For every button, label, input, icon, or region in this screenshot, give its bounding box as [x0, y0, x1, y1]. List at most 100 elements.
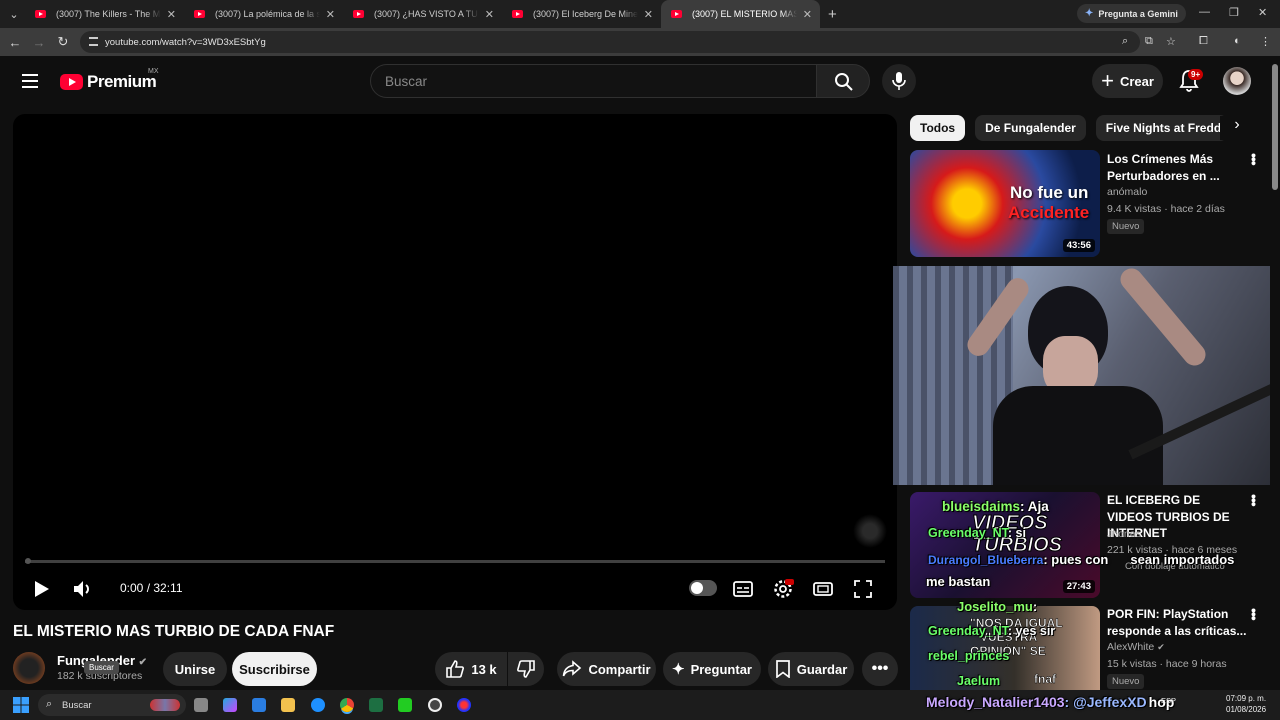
create-button[interactable]: + Crear [1092, 64, 1163, 98]
more-actions-button[interactable]: ••• [862, 652, 898, 686]
join-button[interactable]: Unirse [163, 652, 227, 686]
autoplay-pause-icon [691, 582, 703, 594]
join-label: Unirse [174, 661, 216, 677]
scrollbar-thumb[interactable] [1272, 64, 1278, 190]
edge-icon[interactable] [311, 698, 325, 712]
new-tab-plus-icon[interactable]: + [828, 6, 837, 23]
account-avatar[interactable] [1223, 67, 1251, 95]
chip-todos[interactable]: Todos [910, 115, 966, 141]
search-button[interactable] [816, 64, 870, 98]
progress-scrubber[interactable] [25, 558, 31, 564]
windows-start-icon[interactable] [13, 697, 29, 713]
excel-icon[interactable] [369, 698, 383, 712]
search-icon: ⌕ [46, 698, 53, 710]
browser-tab-active[interactable]: (3007) EL MISTERIO MAS TURBI ✕ [661, 0, 820, 28]
voice-search-button[interactable] [882, 64, 916, 98]
browser-tab[interactable]: (3007) El Iceberg De Minecraft | ✕ [502, 0, 661, 28]
tab-title: (3007) The Killers - The Man - V [56, 9, 161, 19]
dislike-button[interactable] [508, 652, 544, 686]
chip-channel[interactable]: De Fungalender [975, 115, 1086, 141]
autoplay-toggle[interactable] [689, 580, 717, 596]
filter-chips: Todos De Fungalender Five Nights at Fred… [910, 115, 1228, 141]
share-button[interactable]: Compartir [557, 652, 656, 686]
progress-bar[interactable] [25, 560, 885, 563]
browser-tab[interactable]: (3007) La polémica de la serie (... ✕ [184, 0, 343, 28]
channel-watermark[interactable] [853, 514, 887, 548]
page-scrollbar[interactable] [1270, 56, 1280, 690]
close-tab-icon[interactable]: ✕ [644, 8, 653, 21]
related-channel[interactable]: AlexWhite ✔ [1107, 641, 1165, 653]
app-icon[interactable] [457, 698, 471, 712]
guide-menu-icon[interactable] [22, 74, 38, 88]
related-menu-kebab-icon[interactable]: ••• [1246, 608, 1262, 620]
extensions-icon[interactable]: ⧠ [1199, 35, 1208, 48]
taskbar-clock[interactable]: 07:09 p. m. 01/08/2026 [1226, 693, 1266, 715]
video-player[interactable]: 0:00 / 32:11 [13, 114, 897, 610]
close-tab-icon[interactable]: ✕ [485, 8, 494, 21]
obs-icon[interactable] [428, 698, 442, 712]
file-explorer-icon[interactable] [281, 698, 295, 712]
back-arrow-icon[interactable]: ← [3, 35, 27, 50]
forward-arrow-icon[interactable]: → [27, 35, 51, 50]
search-input[interactable] [370, 64, 817, 98]
play-icon[interactable] [30, 578, 52, 600]
thumbs-down-icon [517, 660, 535, 678]
url-field[interactable]: youtube.com/watch?v=3WD3xESbtYg [80, 31, 1140, 53]
microphone-icon [892, 72, 906, 90]
site-info-icon[interactable] [89, 37, 98, 46]
task-view-icon[interactable] [194, 698, 208, 712]
close-tab-icon[interactable]: ✕ [326, 8, 335, 21]
reload-icon[interactable]: ↻ [51, 34, 75, 50]
chat-user: Jaelum [957, 674, 1001, 688]
chrome-icon[interactable] [340, 698, 354, 712]
related-thumbnail[interactable]: "NOS DA IGUAL VUESTRA OPINIÓN" SE fnaf [910, 606, 1100, 690]
ask-button[interactable]: ✦ Preguntar [663, 652, 761, 686]
copilot-icon[interactable] [223, 698, 237, 712]
related-menu-kebab-icon[interactable]: ••• [1246, 494, 1262, 506]
related-channel[interactable]: Jhonas [1107, 528, 1141, 540]
store-icon[interactable] [252, 698, 266, 712]
subscribe-button[interactable]: Suscribirse [232, 652, 317, 686]
theater-mode-icon[interactable] [812, 578, 834, 600]
chat-line: Durangol_Blueberra: pues con sean importa… [928, 552, 1234, 567]
close-window-icon[interactable]: ✕ [1258, 6, 1267, 19]
youtube-premium-logo[interactable]: Premium MX [60, 68, 159, 92]
chat-message: me bastan [926, 574, 991, 589]
maximize-icon[interactable]: ❐ [1229, 6, 1239, 19]
gemini-button[interactable]: ✦ Pregunta a Gemini [1077, 4, 1186, 23]
taskbar-search[interactable]: ⌕ Buscar [38, 694, 186, 716]
tab-search-chevron-icon[interactable]: ⌄ [3, 3, 25, 25]
bookmark-icon [775, 660, 790, 678]
volume-icon[interactable] [71, 578, 93, 600]
subtitles-icon[interactable] [732, 578, 754, 600]
language-indicator[interactable]: ESP [1161, 696, 1176, 705]
chip-label: Todos [920, 121, 956, 135]
browser-tab[interactable]: (3007) ¿HAS VISTO A TU MASCO ✕ [343, 0, 502, 28]
related-thumbnail[interactable]: No fue un Accidente 43:56 [910, 150, 1100, 257]
zoom-icon[interactable]: ⌕ [1122, 35, 1128, 48]
browser-tab[interactable]: (3007) The Killers - The Man - V ✕ [25, 0, 184, 28]
settings-gear-icon[interactable] [772, 578, 794, 600]
save-button[interactable]: Guardar [768, 652, 854, 686]
related-channel[interactable]: anómalo [1107, 186, 1147, 198]
bookmark-star-icon[interactable]: ☆ [1166, 35, 1176, 48]
related-title[interactable]: POR FIN: PlayStation responde a las crít… [1107, 606, 1247, 639]
minimize-icon[interactable]: — [1199, 6, 1210, 18]
like-button[interactable]: 13 k [435, 652, 507, 686]
close-tab-icon[interactable]: ✕ [803, 8, 812, 21]
thumbnail-text: Accidente [1008, 203, 1090, 222]
fullscreen-icon[interactable] [852, 578, 874, 600]
green-app-icon[interactable] [398, 698, 412, 712]
chips-next-chevron-icon[interactable]: › [1220, 116, 1254, 140]
profile-icon[interactable]: ◐ [1234, 35, 1241, 47]
chip-fnaf[interactable]: Five Nights at Freddy's: [1095, 115, 1228, 141]
channel-avatar[interactable] [13, 652, 45, 684]
search-icon [835, 73, 853, 91]
youtube-favicon-icon [671, 10, 682, 18]
related-title[interactable]: Los Crímenes Más Perturbadores en ... [1107, 151, 1247, 184]
close-tab-icon[interactable]: ✕ [167, 8, 176, 21]
browser-menu-icon[interactable]: ⋮ [1260, 35, 1271, 48]
url-text: youtube.com/watch?v=3WD3xESbtYg [105, 36, 266, 48]
related-menu-kebab-icon[interactable]: ••• [1246, 153, 1262, 165]
install-app-icon[interactable]: ⧉ [1145, 35, 1153, 48]
